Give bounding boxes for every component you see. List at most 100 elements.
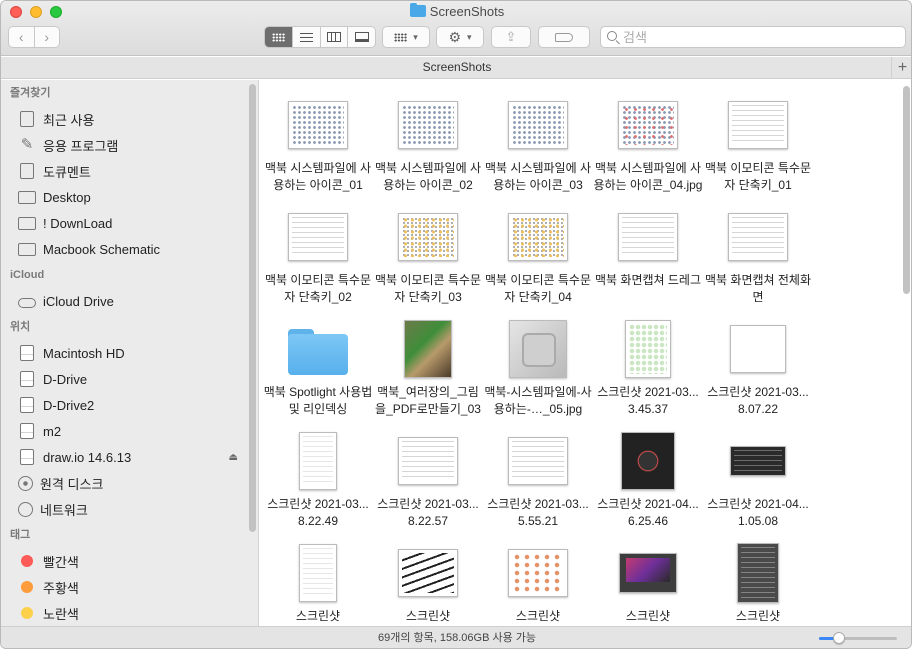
slider-knob[interactable] [832,632,845,644]
sidebar-item-label: ! DownLoad [43,215,113,231]
sidebar-section-header[interactable]: 위치 [1,314,258,340]
search-field[interactable] [600,26,906,48]
file-item[interactable]: 스크린샷 2021-03...5.55.21 [483,429,593,541]
file-name: 맥북 이모티콘 특수문자 단축키_04 [484,273,592,304]
sidebar-item[interactable]: 주황색 [1,574,258,600]
file-item[interactable]: 스크린샷 2021-04...6.25.46 [593,429,703,541]
file-item[interactable]: 맥북 이모티콘 특수문자 단축키_01 [703,93,813,205]
file-name: 스크린샷 2021-03...8.07.22 [707,385,809,416]
file-item[interactable]: 맥북 시스템파일에 사용하는 아이콘_04.jpg [593,93,703,205]
file-item[interactable]: 맥북 시스템파일에 사용하는 아이콘_01 [263,93,373,205]
file-item[interactable]: 맥북 이모티콘 특수문자 단축키_04 [483,205,593,317]
folder-icon [288,329,348,375]
sidebar-section-header[interactable]: 즐겨찾기 [1,80,258,106]
sidebar-item[interactable]: Macbook Schematic [1,236,258,262]
file-item[interactable]: 맥북-시스템파일에-사용하는-…_05.jpg [483,317,593,429]
cloud-icon [18,297,36,308]
file-thumbnail [398,541,458,605]
file-item[interactable]: 맥북 시스템파일에 사용하는 아이콘_03 [483,93,593,205]
file-thumbnail [730,429,786,493]
file-item[interactable]: 스크린샷 2021-04...1.05.08 [703,429,813,541]
sidebar-item[interactable]: 최근 사용 [1,106,258,132]
file-name: 스크린샷 2021-04...1.05.08 [707,497,809,528]
file-icon-view: 맥북 시스템파일에 사용하는 아이콘_01 맥북 시스템파일에 사용하는 아이콘_… [260,80,911,626]
image-thumbnail [299,432,337,490]
sidebar-item[interactable]: draw.io 14.6.13 ⏏ [1,444,258,470]
tag-button[interactable] [538,26,590,48]
sidebar-item[interactable]: D-Drive2 [1,392,258,418]
file-item[interactable]: 스크린샷 2021-03...8.22.57 [373,429,483,541]
sidebar-item[interactable]: 네트워크 [1,496,258,522]
sidebar-section-header[interactable]: 태그 [1,522,258,548]
sidebar-scrollbar[interactable] [249,84,256,532]
sidebar-item[interactable]: Desktop [1,184,258,210]
file-thumbnail [730,317,786,381]
sidebar-item[interactable]: 원격 디스크 [1,470,258,496]
sidebar-item-label: 도큐멘트 [43,164,91,180]
file-item[interactable]: 스크린샷 [373,541,483,626]
sidebar-item[interactable]: m2 [1,418,258,444]
file-thumbnail [288,317,348,381]
forward-button[interactable]: › [35,27,60,47]
file-item[interactable]: 맥북 시스템파일에 사용하는 아이콘_02 [373,93,483,205]
sidebar-item[interactable]: iCloud Drive [1,288,258,314]
file-name: 맥북 시스템파일에 사용하는 아이콘_04.jpg [593,161,703,192]
view-mode-control [264,26,376,48]
sidebar-item[interactable]: Macintosh HD [1,340,258,366]
file-thumbnail [621,429,675,493]
file-name: 스크린샷 [625,609,671,623]
search-input[interactable] [623,27,893,47]
share-button[interactable]: ⇪ [491,26,531,48]
file-item[interactable]: 스크린샷 2021-03...8.22.49 [263,429,373,541]
list-view-button[interactable] [293,27,321,47]
status-text: 69개의 항목, 158.06GB 사용 가능 [377,632,536,644]
group-button[interactable]: ▾ [382,26,430,48]
icon-view-button[interactable] [265,27,293,47]
gallery-view-button[interactable] [348,27,375,47]
chevron-down-icon: ▾ [413,31,418,42]
sidebar-item[interactable]: D-Drive [1,366,258,392]
eject-icon[interactable]: ⏏ [229,452,238,463]
file-item[interactable]: 스크린샷 [483,541,593,626]
column-view-button[interactable] [321,27,349,47]
share-icon: ⇪ [505,29,517,44]
sidebar-item[interactable]: 노란색 [1,600,258,626]
content-scrollbar[interactable] [903,86,910,294]
status-bar: 69개의 항목, 158.06GB 사용 가능 [1,626,911,648]
image-thumbnail [398,437,458,485]
sidebar-item[interactable]: 빨간색 [1,548,258,574]
file-item[interactable]: 맥북 화면캡쳐 드레그 [593,205,703,317]
sidebar-section-header[interactable]: iCloud [1,262,258,288]
image-thumbnail [508,101,568,149]
image-thumbnail [618,101,678,149]
file-name: 스크린샷 [295,609,341,623]
tag-dot-icon [21,607,33,619]
file-item[interactable]: 맥북_여러장의_그림을_PDF로만들기_03 [373,317,483,429]
sidebar-item-label: 노란색 [43,606,79,622]
file-item[interactable]: 맥북 화면캡쳐 전체화면 [703,205,813,317]
sidebar-item-label: 원격 디스크 [40,476,104,492]
file-item[interactable]: 스크린샷 2021-03...8.07.22 [703,317,813,429]
image-thumbnail [728,101,788,149]
new-tab-button[interactable]: + [891,57,911,78]
tab-title[interactable]: ScreenShots [423,60,492,74]
back-button[interactable]: ‹ [9,27,35,47]
file-thumbnail [625,317,671,381]
file-item[interactable]: 스크린샷 [703,541,813,626]
action-button[interactable]: ⚙ ▾ [436,26,484,48]
file-item[interactable]: 맥북 Spotlight 사용법 및 리인덱싱 [263,317,373,429]
sidebar-item-label: 빨간색 [43,554,79,570]
icon-size-slider[interactable] [819,632,897,644]
nav-buttons: ‹ › [8,26,60,48]
file-name: 스크린샷 2021-03...8.22.49 [267,497,369,528]
file-item[interactable]: 스크린샷 [263,541,373,626]
file-item[interactable]: 맥북 이모티콘 특수문자 단축키_02 [263,205,373,317]
file-item[interactable]: 맥북 이모티콘 특수문자 단축키_03 [373,205,483,317]
image-thumbnail [398,213,458,261]
file-item[interactable]: 스크린샷 [593,541,703,626]
sidebar-item[interactable]: ! DownLoad [1,210,258,236]
sidebar-item-label: draw.io 14.6.13 [43,449,132,465]
file-item[interactable]: 스크린샷 2021-03...3.45.37 [593,317,703,429]
sidebar-item[interactable]: ✎ 응용 프로그램 [1,132,258,158]
sidebar-item[interactable]: 도큐멘트 [1,158,258,184]
